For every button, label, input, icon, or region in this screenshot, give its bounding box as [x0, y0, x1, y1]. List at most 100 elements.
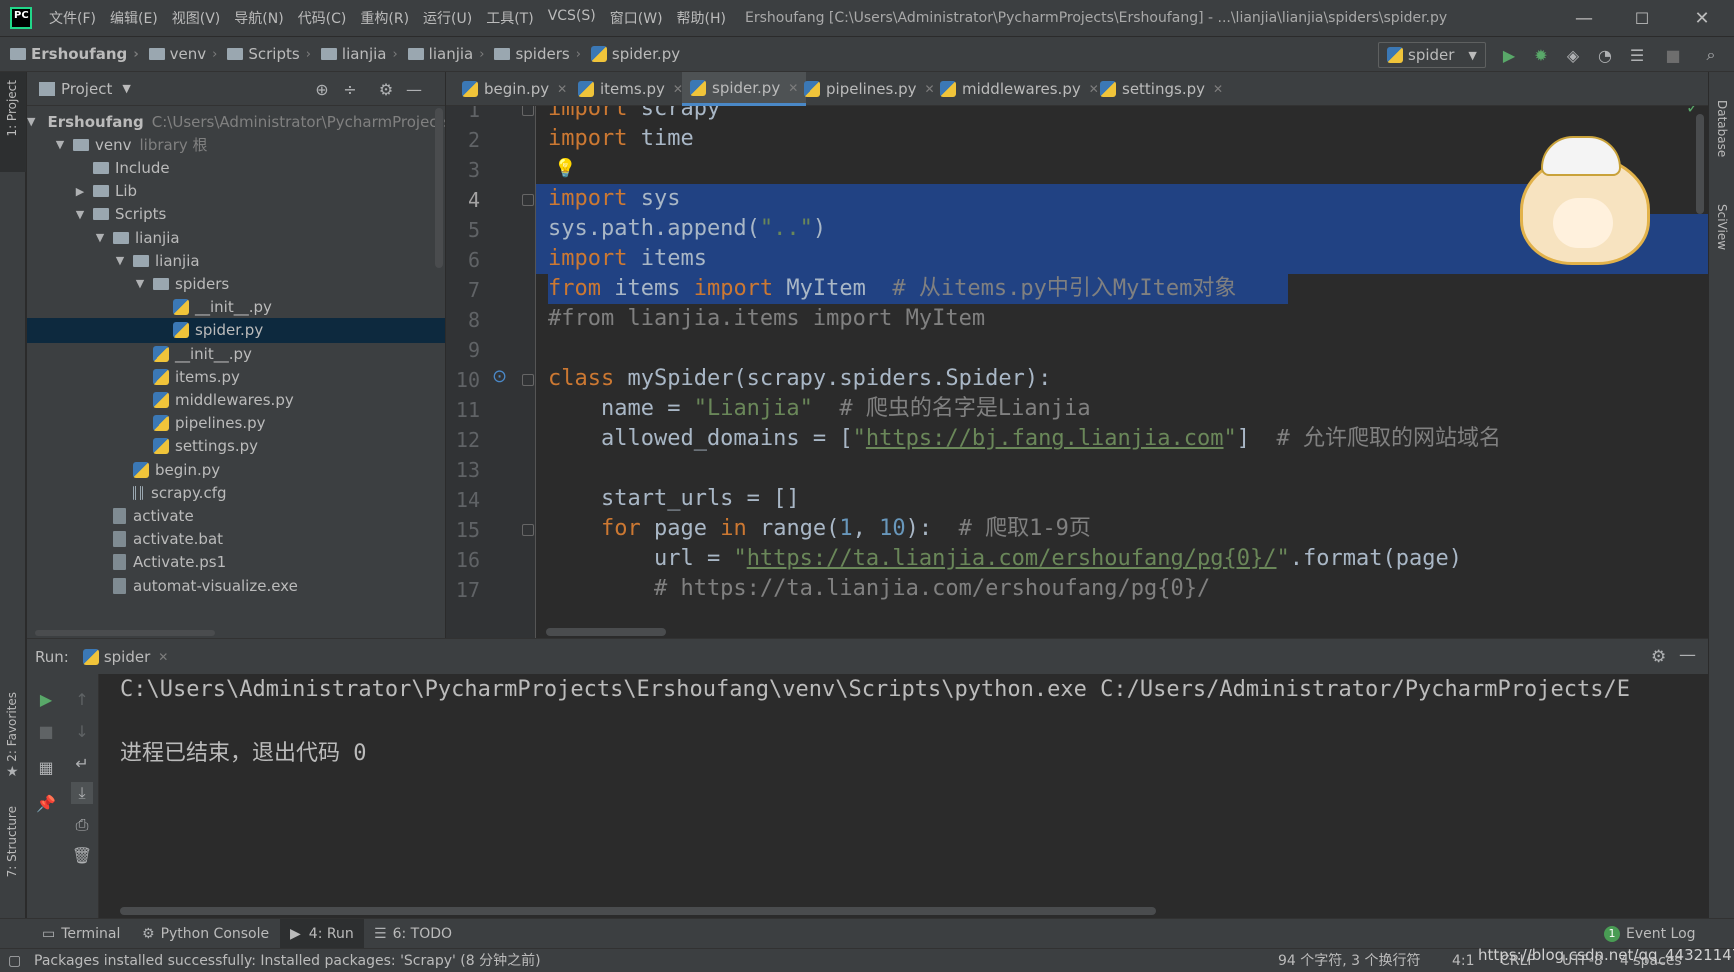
- rerun-icon[interactable]: ▶: [35, 688, 57, 710]
- breadcrumb-item[interactable]: Ershoufang ›: [0, 45, 139, 63]
- run-console[interactable]: C:\Users\Administrator\PycharmProjects\E…: [100, 674, 1708, 918]
- code-line[interactable]: name = "Lianjia" # 爬虫的名字是Lianjia: [548, 394, 1091, 424]
- code-line[interactable]: allowed_domains = ["https://bj.fang.lian…: [548, 424, 1501, 454]
- menu-item[interactable]: 重构(R): [353, 8, 416, 28]
- tree-item[interactable]: settings.py: [27, 434, 445, 459]
- editor-tab[interactable]: middlewares.py ✕: [932, 72, 1107, 106]
- code-line[interactable]: import scrapy: [548, 106, 720, 124]
- tree-item[interactable]: automat-visualize.exe: [27, 573, 445, 598]
- fold-marker-icon[interactable]: [522, 374, 534, 386]
- pin-icon[interactable]: 📌: [35, 792, 57, 814]
- code-line[interactable]: import sys: [548, 184, 680, 214]
- editor-tab[interactable]: items.py ✕: [570, 72, 691, 106]
- tree-item[interactable]: middlewares.py: [27, 387, 445, 412]
- maximize-button[interactable]: ☐: [1614, 0, 1670, 36]
- tree-item[interactable]: begin.py: [27, 457, 445, 482]
- editor-tab[interactable]: spider.py ✕: [682, 72, 807, 106]
- fold-marker-icon[interactable]: [522, 194, 534, 206]
- expand-arrow-icon[interactable]: ▼: [27, 115, 35, 128]
- close-icon[interactable]: ✕: [158, 650, 168, 664]
- expand-arrow-icon[interactable]: ▼: [93, 231, 107, 244]
- project-view-selector[interactable]: Project: [61, 80, 112, 98]
- tree-item[interactable]: items.py: [27, 364, 445, 389]
- breadcrumb-item[interactable]: Scripts ›: [217, 45, 311, 63]
- code-line[interactable]: start_urls = []: [548, 484, 800, 514]
- tree-item[interactable]: scrapy.cfg: [27, 480, 445, 505]
- scroll-to-end-icon[interactable]: ⤓: [71, 782, 93, 804]
- breadcrumb-item[interactable]: spiders ›: [484, 45, 581, 63]
- expand-arrow-icon[interactable]: ▼: [133, 277, 147, 290]
- tree-item[interactable]: pipelines.py: [27, 411, 445, 436]
- intention-bulb-icon[interactable]: 💡: [554, 158, 576, 179]
- code-editor[interactable]: 1 2 3 4 5 6 7 8 9 10 11 12 13 14 15 16 17 import scrapy i…: [446, 106, 1708, 638]
- tree-item[interactable]: activate.bat: [27, 527, 445, 552]
- status-message[interactable]: Packages installed successfully: Install…: [34, 949, 541, 972]
- run-icon[interactable]: ▶: [1500, 46, 1518, 65]
- console-horizontal-scrollbar[interactable]: [120, 907, 1156, 915]
- menu-item[interactable]: 窗口(W): [603, 8, 670, 28]
- menu-item[interactable]: 工具(T): [479, 8, 540, 28]
- code-line[interactable]: from items import MyItem # 从items.py中引入M…: [548, 274, 1236, 304]
- run-configuration-select[interactable]: spider ▼: [1378, 42, 1486, 68]
- horizontal-scrollbar[interactable]: [35, 630, 215, 636]
- minimize-button[interactable]: —: [1556, 0, 1612, 36]
- tree-item[interactable]: ▼ Scripts: [27, 202, 445, 227]
- menu-item[interactable]: 文件(F): [42, 8, 103, 28]
- code-line[interactable]: import time: [548, 124, 694, 154]
- python-console-button[interactable]: ⚙ Python Console: [136, 919, 275, 949]
- tree-item[interactable]: Include: [27, 155, 445, 180]
- run-tab[interactable]: spider ✕: [82, 648, 168, 666]
- run-button[interactable]: ▶ 4: Run: [280, 919, 364, 949]
- editor-tab[interactable]: begin.py ✕: [454, 72, 575, 106]
- override-marker-icon[interactable]: ⊙: [492, 366, 507, 387]
- tree-item[interactable]: __init__.py: [27, 341, 445, 366]
- todo-button[interactable]: ☰ 6: TODO: [368, 919, 458, 949]
- tree-item[interactable]: spider.py: [27, 317, 445, 343]
- tree-item[interactable]: Activate.ps1: [27, 550, 445, 575]
- breadcrumb-item[interactable]: spider.py: [581, 45, 680, 63]
- down-arrow-icon[interactable]: ↓: [71, 720, 93, 742]
- soft-wrap-icon[interactable]: ↵: [71, 752, 93, 774]
- hide-icon[interactable]: —: [405, 80, 423, 99]
- editor-tab[interactable]: pipelines.py ✕: [796, 72, 943, 106]
- editor-tab[interactable]: settings.py ✕: [1092, 72, 1231, 106]
- breadcrumb-item[interactable]: lianjia ›: [311, 45, 398, 63]
- layout-icon[interactable]: ▦: [35, 756, 57, 778]
- tree-item[interactable]: ▼ spiders: [27, 271, 445, 296]
- search-icon[interactable]: ⌕: [1702, 45, 1720, 64]
- tree-item[interactable]: ▼ venv library 根: [27, 132, 445, 157]
- code-line[interactable]: import items: [548, 244, 707, 274]
- gear-icon[interactable]: ⚙: [377, 80, 395, 99]
- gear-icon[interactable]: ⚙: [1651, 647, 1666, 667]
- stop-icon[interactable]: ■: [1664, 46, 1682, 65]
- print-icon[interactable]: ⎙: [71, 814, 93, 836]
- menu-item[interactable]: 视图(V): [165, 8, 228, 28]
- hide-icon[interactable]: —: [1679, 645, 1696, 665]
- caret-position[interactable]: 4:1: [1452, 949, 1475, 972]
- up-arrow-icon[interactable]: ↑: [71, 688, 93, 710]
- trash-icon[interactable]: 🗑: [71, 844, 93, 866]
- expand-arrow-icon[interactable]: ▼: [53, 138, 67, 151]
- code-line[interactable]: sys.path.append(".."): [548, 214, 826, 244]
- editor-vertical-scrollbar[interactable]: [1696, 114, 1704, 214]
- menu-item[interactable]: 代码(C): [291, 8, 354, 28]
- toggle-tool-windows-icon[interactable]: ▢: [8, 949, 21, 972]
- debug-icon[interactable]: ✹: [1532, 46, 1550, 65]
- code-line[interactable]: url = "https://ta.lianjia.com/ershoufang…: [548, 544, 1462, 574]
- favorites-stripe-label[interactable]: 2: Favorites: [5, 692, 19, 762]
- code-line[interactable]: class mySpider(scrapy.spiders.Spider):: [548, 364, 1051, 394]
- collapse-arrow-icon[interactable]: ▶: [73, 185, 87, 198]
- expand-arrow-icon[interactable]: ▼: [113, 254, 127, 267]
- code-line[interactable]: # https://ta.lianjia.com/ershoufang/pg{0…: [548, 574, 1210, 604]
- menu-item[interactable]: VCS(S): [541, 8, 603, 28]
- project-stripe-button[interactable]: 1: Project: [0, 72, 26, 172]
- vertical-scrollbar[interactable]: [435, 108, 443, 268]
- collapse-all-icon[interactable]: ÷: [341, 80, 359, 99]
- editor-horizontal-scrollbar[interactable]: [546, 628, 666, 636]
- tree-item[interactable]: ▼ lianjia: [27, 248, 445, 273]
- menu-item[interactable]: 帮助(H): [670, 8, 733, 28]
- fold-marker-icon[interactable]: [522, 524, 534, 536]
- concurrency-icon[interactable]: ☰: [1628, 46, 1646, 65]
- profile-icon[interactable]: ◔: [1596, 46, 1614, 65]
- breadcrumb-item[interactable]: lianjia ›: [398, 45, 484, 63]
